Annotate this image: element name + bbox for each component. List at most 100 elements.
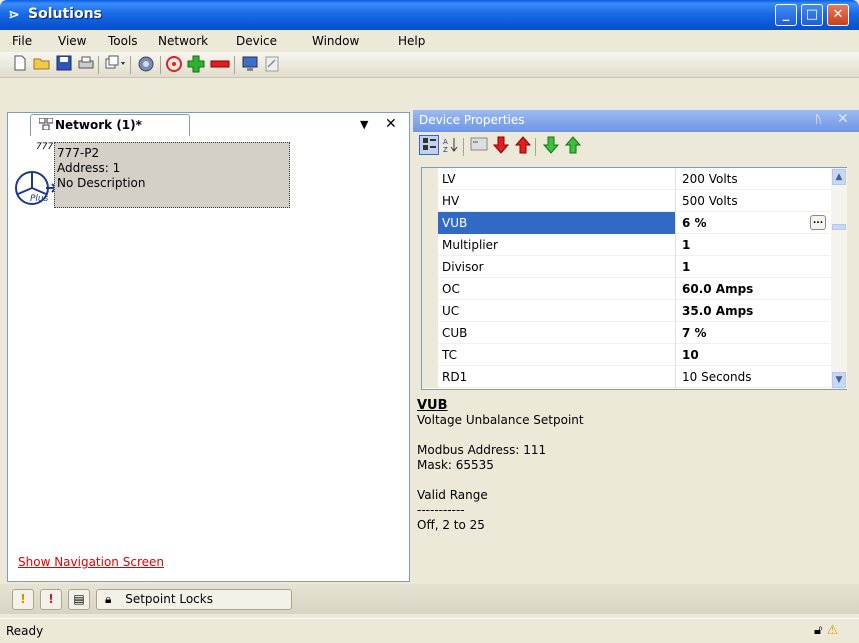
tab-warnings[interactable]: ! [12,589,34,610]
categorized-icon[interactable] [419,135,439,155]
property-row[interactable]: Multiplier 1 [422,234,830,256]
property-row[interactable]: RD1 10 Seconds [422,366,830,388]
property-value-text: 6 % [682,216,707,230]
remove-icon[interactable] [210,55,230,75]
minimize-button[interactable]: _ [775,4,797,26]
window-cascade-icon[interactable] [104,55,125,75]
save-icon[interactable] [54,55,74,75]
menu-tools[interactable]: Tools [108,34,138,48]
property-name: UC [438,300,676,322]
app-window: ⋗ Solutions _ □ ✕ File View Tools Networ… [0,0,859,643]
toolbar-separator [463,138,464,156]
unlock-icon: 🔓︎ [814,623,823,638]
close-button[interactable]: ✕ [827,4,849,26]
property-row[interactable]: CUB 7 % [422,322,830,344]
device-node[interactable]: 777 Plus 777-P2 Address: 1 No Descriptio… [12,142,292,210]
svg-text:A: A [443,138,448,146]
close-icon[interactable]: ✕ [837,111,849,127]
monitor-icon[interactable] [240,55,260,75]
edit-icon[interactable] [262,55,282,75]
pin-icon[interactable]: ᚢ [815,113,822,126]
device-name: 777-P2 [57,146,100,160]
print-icon[interactable] [76,55,96,75]
scroll-down-icon[interactable]: ▼ [832,372,846,388]
arrow-down-green-icon[interactable] [541,136,561,156]
menu-device[interactable]: Device [236,34,277,48]
property-name: LV [438,168,676,190]
svg-text:Z: Z [443,146,448,154]
property-row[interactable]: TC 10 [422,344,830,366]
property-name: CUB [438,322,676,344]
property-scrollbar[interactable]: ▲ ▼ [831,168,847,389]
properties-toolbar: AZ [413,133,859,159]
device-icon: 777 Plus [12,142,60,208]
property-value[interactable]: 35.0 Amps [676,300,830,322]
property-row[interactable]: Divisor 1 [422,256,830,278]
open-folder-icon[interactable] [32,55,52,75]
menu-help[interactable]: Help [398,34,425,48]
ellipsis-button[interactable]: ... [810,215,826,230]
property-pages-icon[interactable] [469,136,489,156]
property-value[interactable]: 500 Volts [676,190,830,212]
property-description: VUB Voltage Unbalance Setpoint Modbus Ad… [417,398,855,576]
new-icon[interactable] [10,55,30,75]
tab-alarms[interactable]: ! [40,589,62,610]
title-bar[interactable]: ⋗ Solutions _ □ ✕ [0,0,859,30]
arrow-up-green-icon[interactable] [563,136,583,156]
property-row-selected[interactable]: VUB 6 % ... [422,212,830,234]
property-name: OC [438,278,676,300]
menu-window[interactable]: Window [312,34,359,48]
menu-network[interactable]: Network [158,34,208,48]
menu-view[interactable]: View [58,34,86,48]
arrow-down-red-icon[interactable] [491,136,511,156]
tab-log[interactable]: ▤ [68,589,90,610]
property-value[interactable]: 200 Volts [676,168,830,190]
property-name: RD1 [438,366,676,388]
bottom-tab-bar: ! ! ▤ 🔒︎ Setpoint Locks [0,584,859,614]
sort-alphabetical-icon[interactable]: AZ [441,136,461,156]
scroll-up-icon[interactable]: ▲ [832,169,846,185]
property-row[interactable]: OC 60.0 Amps [422,278,830,300]
maximize-button[interactable]: □ [801,4,823,26]
network-icon [38,117,54,133]
valid-range-value: Off, 2 to 25 [417,518,485,532]
property-value[interactable]: 6 % ... [676,212,830,234]
property-row[interactable]: UC 35.0 Amps [422,300,830,322]
warning-icon: ! [20,592,26,606]
close-icon[interactable]: ✕ [385,116,397,132]
add-icon[interactable] [186,55,206,75]
warning-icon: ⚠ [826,623,839,638]
property-name: Divisor [438,256,676,278]
tab-setpoint-locks[interactable]: 🔒︎ Setpoint Locks [96,589,292,610]
properties-header: Device Properties ᚢ ✕ [413,110,859,132]
property-value[interactable]: 1 [676,234,830,256]
scroll-thumb[interactable] [832,224,846,230]
properties-title: Device Properties [419,113,525,127]
tab-network[interactable]: Network (1)* [30,114,190,136]
chevron-down-icon[interactable]: ▼ [360,118,368,131]
property-value[interactable]: 60.0 Amps [676,278,830,300]
scan-icon[interactable] [164,55,184,75]
description-text: Voltage Unbalance Setpoint [417,413,584,427]
property-value[interactable]: 10 [676,344,830,366]
property-name: TC [438,344,676,366]
setpoint-locks-label: Setpoint Locks [125,592,213,606]
property-value[interactable]: 10 Seconds [676,366,830,388]
toolbar-separator [535,138,536,156]
property-value[interactable]: 7 % [676,322,830,344]
toolbar-separator [98,56,99,74]
row-gutter [422,234,438,256]
connect-icon[interactable] [136,55,156,75]
toolbar-separator [160,56,161,74]
arrow-up-red-icon[interactable] [513,136,533,156]
description-title: VUB [417,398,448,413]
show-navigation-link[interactable]: Show Navigation Screen [18,555,164,569]
property-value[interactable]: 1 [676,256,830,278]
menu-file[interactable]: File [12,34,32,48]
property-row[interactable]: HV 500 Volts [422,190,830,212]
row-gutter [422,278,438,300]
device-label[interactable]: 777-P2 Address: 1 No Description [54,142,290,208]
property-row[interactable]: LV 200 Volts [422,168,830,190]
device-description: No Description [57,176,146,190]
